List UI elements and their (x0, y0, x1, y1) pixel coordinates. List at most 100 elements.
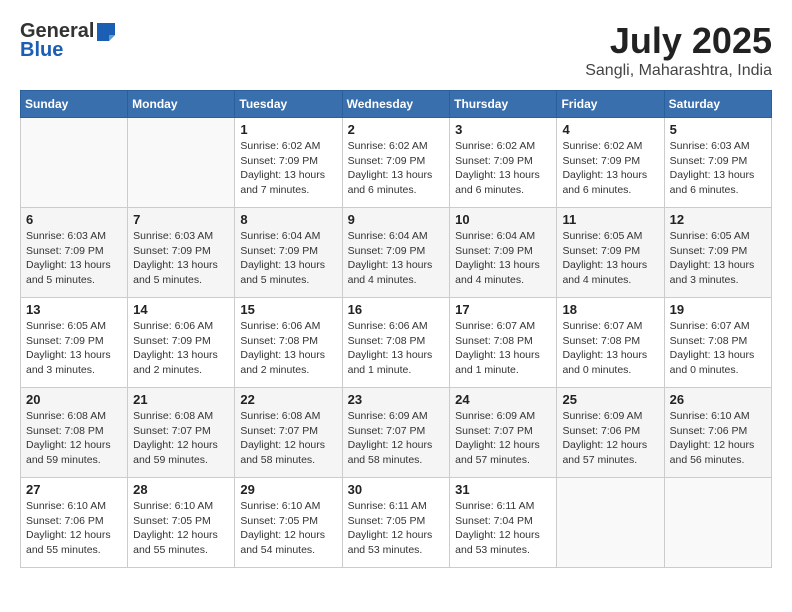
day-number: 3 (455, 122, 551, 137)
day-info: Sunrise: 6:10 AM Sunset: 7:05 PM Dayligh… (240, 499, 336, 558)
day-number: 6 (26, 212, 122, 227)
calendar-day-cell: 30Sunrise: 6:11 AM Sunset: 7:05 PM Dayli… (342, 478, 450, 568)
calendar-day-cell: 25 Sunrise: 6:09 AM Sunset: 7:06 PM Dayli… (557, 388, 664, 478)
calendar-day-cell (21, 118, 128, 208)
day-info: Sunrise: 6:10 AM Sunset: 7:06 PM Dayligh… (26, 499, 122, 558)
day-number: 19 (670, 302, 766, 317)
calendar-day-cell (557, 478, 664, 568)
day-info: Sunrise: 6:06 AM Sunset: 7:08 PM Dayligh… (348, 319, 445, 378)
day-info: Sunrise: 6:05 AM Sunset: 7:09 PM Dayligh… (670, 229, 766, 288)
calendar-day-cell: 27 Sunrise: 6:10 AM Sunset: 7:06 PM Dayli… (21, 478, 128, 568)
calendar-day-cell: 3 Sunrise: 6:02 AM Sunset: 7:09 PM Daylig… (450, 118, 557, 208)
calendar-day-cell: 8Sunrise: 6:04 AM Sunset: 7:09 PM Daylig… (235, 208, 342, 298)
day-number: 9 (348, 212, 445, 227)
calendar-day-cell: 11 Sunrise: 6:05 AM Sunset: 7:09 PM Dayli… (557, 208, 664, 298)
calendar-day-cell: 20 Sunrise: 6:08 AM Sunset: 7:08 PM Dayli… (21, 388, 128, 478)
day-info: Sunrise: 6:11 AM Sunset: 7:04 PM Dayligh… (455, 499, 551, 558)
calendar-week-row: 6 Sunrise: 6:03 AM Sunset: 7:09 PM Daylig… (21, 208, 772, 298)
day-number: 12 (670, 212, 766, 227)
calendar-day-cell: 22Sunrise: 6:08 AM Sunset: 7:07 PM Dayli… (235, 388, 342, 478)
day-info: Sunrise: 6:08 AM Sunset: 7:07 PM Dayligh… (133, 409, 229, 468)
calendar-day-cell: 29 Sunrise: 6:10 AM Sunset: 7:05 PM Dayli… (235, 478, 342, 568)
calendar-day-cell: 5 Sunrise: 6:03 AM Sunset: 7:09 PM Daylig… (664, 118, 771, 208)
calendar-day-cell: 18 Sunrise: 6:07 AM Sunset: 7:08 PM Dayli… (557, 298, 664, 388)
day-info: Sunrise: 6:07 AM Sunset: 7:08 PM Dayligh… (562, 319, 658, 378)
col-header-tuesday: Tuesday (235, 91, 342, 118)
calendar-day-cell: 2 Sunrise: 6:02 AM Sunset: 7:09 PM Daylig… (342, 118, 450, 208)
calendar-day-cell: 21 Sunrise: 6:08 AM Sunset: 7:07 PM Dayli… (128, 388, 235, 478)
calendar-day-cell: 31 Sunrise: 6:11 AM Sunset: 7:04 PM Dayli… (450, 478, 557, 568)
day-number: 14 (133, 302, 229, 317)
day-number: 4 (562, 122, 658, 137)
day-info: Sunrise: 6:02 AM Sunset: 7:09 PM Dayligh… (455, 139, 551, 198)
day-info: Sunrise: 6:09 AM Sunset: 7:07 PM Dayligh… (455, 409, 551, 468)
day-info: Sunrise: 6:04 AM Sunset: 7:09 PM Dayligh… (455, 229, 551, 288)
day-number: 27 (26, 482, 122, 497)
day-number: 11 (562, 212, 658, 227)
day-info: Sunrise: 6:03 AM Sunset: 7:09 PM Dayligh… (26, 229, 122, 288)
day-number: 26 (670, 392, 766, 407)
day-info: Sunrise: 6:06 AM Sunset: 7:08 PM Dayligh… (240, 319, 336, 378)
col-header-monday: Monday (128, 91, 235, 118)
day-number: 24 (455, 392, 551, 407)
day-info: Sunrise: 6:04 AM Sunset: 7:09 PM Dayligh… (240, 229, 336, 288)
calendar-day-cell: 17Sunrise: 6:07 AM Sunset: 7:08 PM Dayli… (450, 298, 557, 388)
title-area: July 2025 Sangli, Maharashtra, India (585, 20, 772, 80)
day-number: 29 (240, 482, 336, 497)
calendar-day-cell: 28 Sunrise: 6:10 AM Sunset: 7:05 PM Dayli… (128, 478, 235, 568)
day-number: 1 (240, 122, 336, 137)
day-info: Sunrise: 6:07 AM Sunset: 7:08 PM Dayligh… (455, 319, 551, 378)
day-number: 30 (348, 482, 445, 497)
day-info: Sunrise: 6:09 AM Sunset: 7:07 PM Dayligh… (348, 409, 445, 468)
calendar-day-cell: 19 Sunrise: 6:07 AM Sunset: 7:08 PM Dayli… (664, 298, 771, 388)
day-number: 5 (670, 122, 766, 137)
day-number: 20 (26, 392, 122, 407)
col-header-saturday: Saturday (664, 91, 771, 118)
day-info: Sunrise: 6:05 AM Sunset: 7:09 PM Dayligh… (26, 319, 122, 378)
logo-icon (95, 21, 117, 43)
calendar-week-row: 27 Sunrise: 6:10 AM Sunset: 7:06 PM Dayli… (21, 478, 772, 568)
day-number: 21 (133, 392, 229, 407)
calendar-day-cell: 10Sunrise: 6:04 AM Sunset: 7:09 PM Dayli… (450, 208, 557, 298)
day-number: 31 (455, 482, 551, 497)
calendar-day-cell: 4Sunrise: 6:02 AM Sunset: 7:09 PM Daylig… (557, 118, 664, 208)
day-info: Sunrise: 6:02 AM Sunset: 7:09 PM Dayligh… (240, 139, 336, 198)
day-info: Sunrise: 6:02 AM Sunset: 7:09 PM Dayligh… (348, 139, 445, 198)
day-number: 28 (133, 482, 229, 497)
calendar-day-cell: 15 Sunrise: 6:06 AM Sunset: 7:08 PM Dayli… (235, 298, 342, 388)
day-number: 15 (240, 302, 336, 317)
calendar-day-cell: 14Sunrise: 6:06 AM Sunset: 7:09 PM Dayli… (128, 298, 235, 388)
calendar-day-cell: 13 Sunrise: 6:05 AM Sunset: 7:09 PM Dayli… (21, 298, 128, 388)
day-number: 2 (348, 122, 445, 137)
col-header-sunday: Sunday (21, 91, 128, 118)
calendar-day-cell: 24 Sunrise: 6:09 AM Sunset: 7:07 PM Dayli… (450, 388, 557, 478)
day-info: Sunrise: 6:10 AM Sunset: 7:05 PM Dayligh… (133, 499, 229, 558)
day-number: 25 (562, 392, 658, 407)
day-info: Sunrise: 6:07 AM Sunset: 7:08 PM Dayligh… (670, 319, 766, 378)
day-number: 13 (26, 302, 122, 317)
calendar-day-cell (128, 118, 235, 208)
col-header-friday: Friday (557, 91, 664, 118)
location: Sangli, Maharashtra, India (585, 62, 772, 80)
day-info: Sunrise: 6:08 AM Sunset: 7:08 PM Dayligh… (26, 409, 122, 468)
calendar-week-row: 1 Sunrise: 6:02 AM Sunset: 7:09 PM Daylig… (21, 118, 772, 208)
day-info: Sunrise: 6:05 AM Sunset: 7:09 PM Dayligh… (562, 229, 658, 288)
day-info: Sunrise: 6:04 AM Sunset: 7:09 PM Dayligh… (348, 229, 445, 288)
calendar-day-cell: 26 Sunrise: 6:10 AM Sunset: 7:06 PM Dayli… (664, 388, 771, 478)
calendar-header-row: SundayMondayTuesdayWednesdayThursdayFrid… (21, 91, 772, 118)
calendar-week-row: 13 Sunrise: 6:05 AM Sunset: 7:09 PM Dayli… (21, 298, 772, 388)
day-number: 23 (348, 392, 445, 407)
calendar-week-row: 20 Sunrise: 6:08 AM Sunset: 7:08 PM Dayli… (21, 388, 772, 478)
day-info: Sunrise: 6:03 AM Sunset: 7:09 PM Dayligh… (133, 229, 229, 288)
day-number: 18 (562, 302, 658, 317)
calendar-day-cell: 16Sunrise: 6:06 AM Sunset: 7:08 PM Dayli… (342, 298, 450, 388)
col-header-wednesday: Wednesday (342, 91, 450, 118)
day-info: Sunrise: 6:10 AM Sunset: 7:06 PM Dayligh… (670, 409, 766, 468)
day-info: Sunrise: 6:03 AM Sunset: 7:09 PM Dayligh… (670, 139, 766, 198)
day-info: Sunrise: 6:09 AM Sunset: 7:06 PM Dayligh… (562, 409, 658, 468)
logo: General Blue (20, 20, 118, 62)
calendar-day-cell: 23 Sunrise: 6:09 AM Sunset: 7:07 PM Dayli… (342, 388, 450, 478)
calendar-day-cell: 1 Sunrise: 6:02 AM Sunset: 7:09 PM Daylig… (235, 118, 342, 208)
calendar-day-cell: 6 Sunrise: 6:03 AM Sunset: 7:09 PM Daylig… (21, 208, 128, 298)
logo-blue-text: Blue (20, 39, 63, 62)
